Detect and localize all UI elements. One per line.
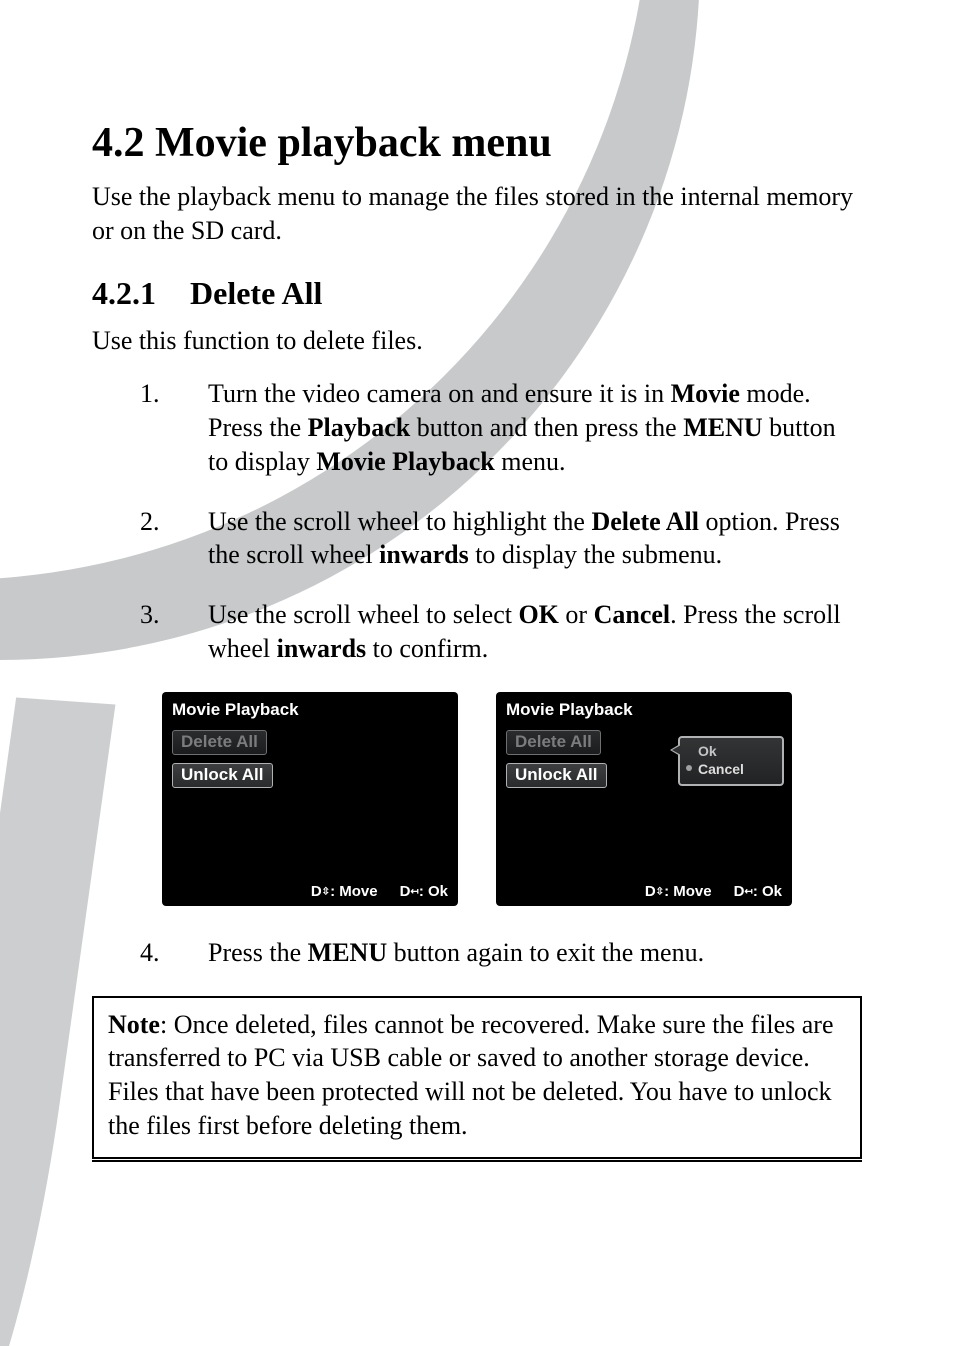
step-bold: MENU [308,938,387,967]
step-bold: Movie Playback [316,447,494,476]
instruction-step: Turn the video camera on and ensure it i… [140,377,862,478]
subsection-heading: 4.2.1Delete All [92,275,862,312]
lcd-title: Movie Playback [496,692,792,726]
popup-option-cancel: Cancel [690,760,776,778]
step-text: Turn the video camera on and ensure it i… [208,379,671,408]
footer-horizontal-rule [92,1160,862,1162]
arrow-in-icon: ↤ [410,886,418,897]
step-bold: OK [518,600,558,629]
step-text: button again to exit the menu. [387,938,704,967]
step-bold: inwards [277,634,367,663]
step-text: button and then press the [410,413,683,442]
subsection-title: Delete All [190,275,322,311]
scroll-wheel-icon: D [311,883,322,900]
step-text: to display the submenu. [469,540,722,569]
note-body-text: : Once deleted, files cannot be recovere… [108,1010,834,1140]
step-text: or [559,600,594,629]
step-text: menu. [495,447,566,476]
hint-ok: D↤: Ok [400,883,448,900]
popup-option-ok: Ok [690,742,776,760]
camera-lcd-screenshot: Movie Playback Delete All Unlock All Ok … [496,692,792,906]
hint-label: : Ok [419,883,448,900]
menu-item-delete-all: Delete All [506,730,601,755]
menu-item-delete-all: Delete All [172,730,267,755]
note-label: Note [108,1010,160,1039]
step-bold: Playback [308,413,411,442]
step-text: Use the scroll wheel to highlight the [208,507,591,536]
scroll-wheel-icon: D [734,883,745,900]
instruction-step: Use the scroll wheel to select OK or Can… [140,598,862,666]
note-callout-box: Note: Once deleted, files cannot be reco… [92,996,862,1159]
instruction-step: Use the scroll wheel to highlight the De… [140,505,862,573]
lcd-title: Movie Playback [162,692,458,726]
section-heading: 4.2 Movie playback menu [92,118,862,168]
step-bold: MENU [683,413,762,442]
menu-item-unlock-all: Unlock All [172,763,273,788]
embedded-screenshots-row: Movie Playback Delete All Unlock All D⇳:… [92,692,862,906]
confirm-popup: Ok Cancel [678,736,784,786]
document-page: 4.2 Movie playback menu Use the playback… [0,0,954,1346]
page-content: 4.2 Movie playback menu Use the playback… [0,0,954,1159]
step-text: Press the [208,938,308,967]
hint-label: : Ok [753,883,782,900]
step-text: Use the scroll wheel to select [208,600,518,629]
instruction-step: Press the MENU button again to exit the … [140,936,862,970]
step-bold: Movie [671,379,740,408]
hint-ok: D↤: Ok [734,883,782,900]
hint-move: D⇳: Move [311,883,378,900]
arrow-updown-icon: ⇳ [656,886,664,897]
arrow-updown-icon: ⇳ [322,886,330,897]
scroll-wheel-icon: D [400,883,411,900]
hint-move: D⇳: Move [645,883,712,900]
lcd-hint-bar: D⇳: Move D↤: Ok [311,883,448,900]
subsection-number: 4.2.1 [92,275,190,312]
step-bold: Delete All [591,507,699,536]
instruction-list: Turn the video camera on and ensure it i… [92,377,862,666]
camera-lcd-screenshot: Movie Playback Delete All Unlock All D⇳:… [162,692,458,906]
lcd-menu-list: Delete All Unlock All [162,726,458,792]
step-text: to confirm. [366,634,488,663]
arrow-in-icon: ↤ [744,886,752,897]
hint-label: : Move [664,883,712,900]
step-bold: inwards [379,540,469,569]
step-bold: Cancel [594,600,671,629]
lcd-hint-bar: D⇳: Move D↤: Ok [645,883,782,900]
subsection-intro-text: Use this function to delete files. [92,324,862,357]
hint-label: : Move [330,883,378,900]
menu-item-unlock-all: Unlock All [506,763,607,788]
section-intro-text: Use the playback menu to manage the file… [92,180,862,247]
scroll-wheel-icon: D [645,883,656,900]
popup-pointer-icon [670,744,680,756]
instruction-list-continued: Press the MENU button again to exit the … [92,936,862,970]
